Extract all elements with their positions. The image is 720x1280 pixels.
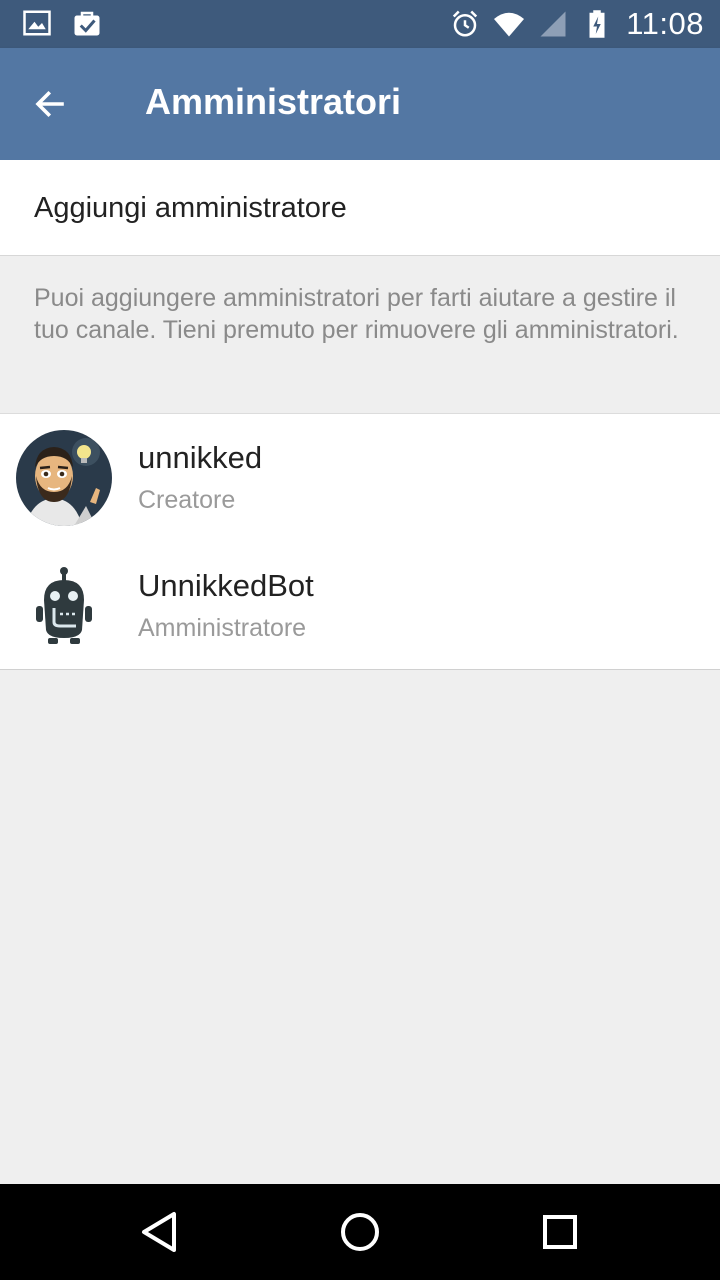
wifi-icon	[494, 12, 525, 37]
clock: 11:08	[626, 6, 704, 41]
admin-row-unnikkedbot[interactable]: UnnikkedBot Amministratore	[0, 542, 720, 670]
admin-name: unnikked	[138, 440, 263, 475]
cell-signal-icon	[540, 11, 566, 37]
shopping-bag-notification-icon	[74, 11, 100, 36]
admin-row-unnikked[interactable]: unnikked Creatore	[0, 414, 720, 542]
info-text: Puoi aggiungere amministratori per farti…	[34, 284, 679, 344]
admin-list: unnikked Creatore UnnikkedBot Amministra…	[0, 413, 720, 670]
alarm-icon	[453, 10, 478, 37]
status-bar: 11:08	[0, 0, 720, 48]
bot-avatar	[16, 558, 112, 654]
navigation-bar	[0, 1184, 720, 1280]
battery-charging-icon	[589, 10, 605, 38]
circle-home-icon[interactable]	[336, 1208, 384, 1256]
back-button[interactable]	[24, 78, 76, 130]
square-recents-icon[interactable]	[536, 1208, 584, 1256]
admin-name: UnnikkedBot	[138, 568, 314, 603]
add-admin-button[interactable]: Aggiungi amministratore	[0, 160, 720, 256]
admin-role: Amministratore	[138, 614, 307, 642]
image-notification-icon	[23, 10, 51, 36]
user-avatar-photo	[16, 430, 112, 526]
robot-avatar-icon	[16, 558, 112, 654]
user-avatar	[16, 430, 112, 526]
arrow-left-icon	[35, 90, 64, 118]
notification-icons	[22, 8, 102, 38]
add-admin-label: Aggiungi amministratore	[34, 192, 347, 224]
triangle-back-icon[interactable]	[136, 1208, 184, 1256]
system-status-icons: 11:08	[450, 0, 704, 48]
page-title: Amministratori	[145, 81, 402, 122]
admin-role: Creatore	[138, 486, 236, 514]
app-bar: Amministratori	[0, 48, 720, 160]
